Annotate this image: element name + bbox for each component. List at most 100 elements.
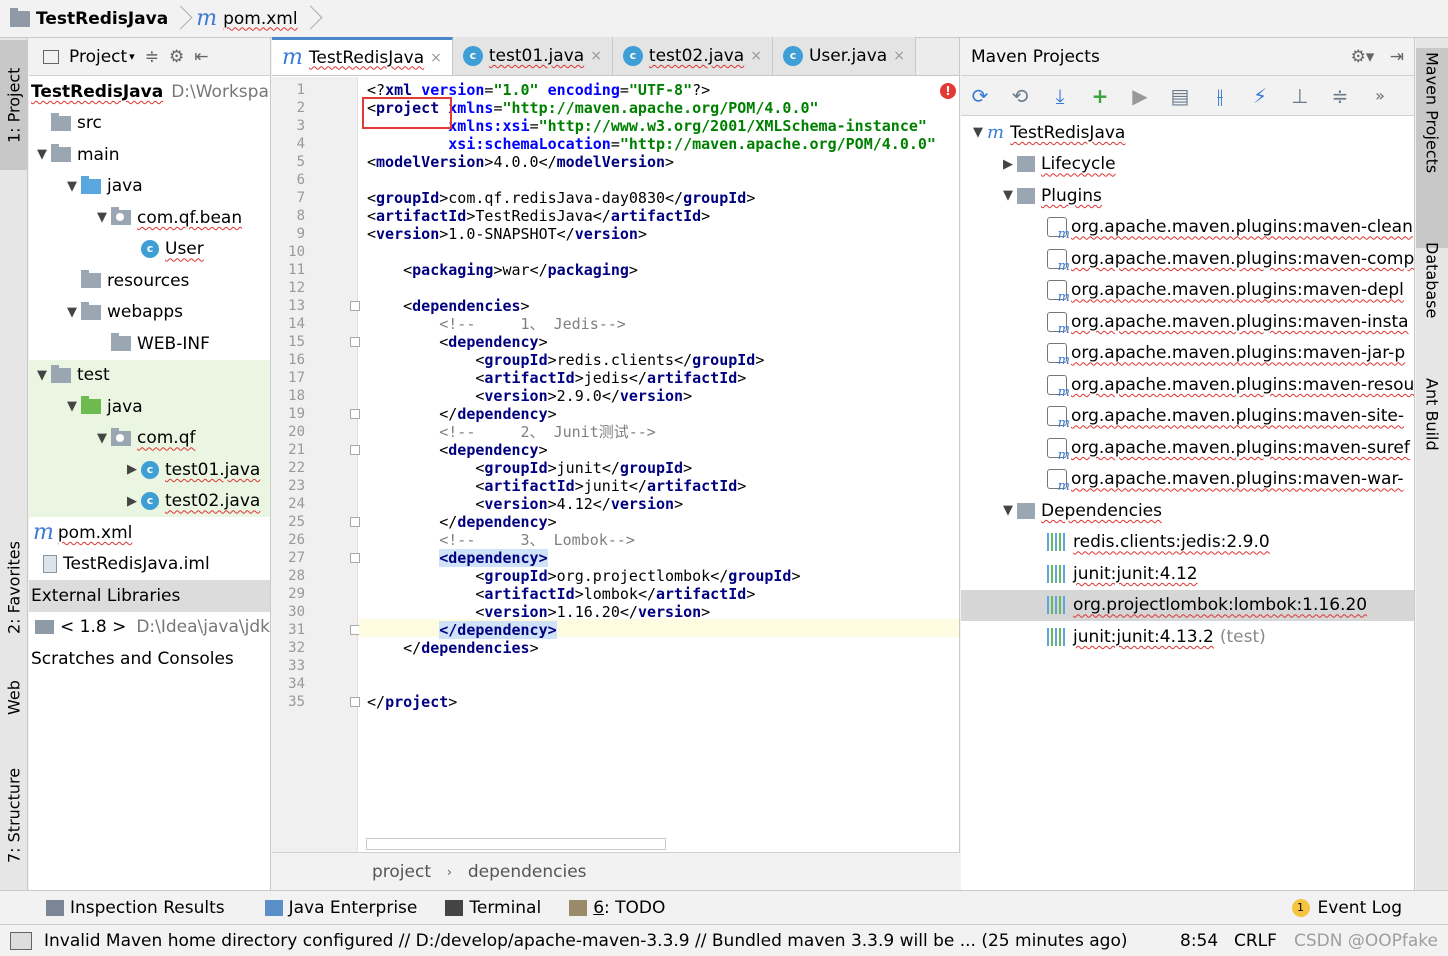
chevron-down-icon[interactable]: ▼ (93, 210, 111, 225)
caret-position[interactable]: 8:54 (1180, 931, 1218, 951)
maven-tree-item[interactable]: junit:junit:4.12 (961, 558, 1414, 590)
chevron-down-icon[interactable]: ▼ (999, 503, 1017, 518)
collapse-all-icon[interactable]: ≑ (1327, 83, 1353, 109)
project-view-select[interactable]: Project (69, 47, 127, 67)
maven-tree-item[interactable]: org.apache.maven.plugins:maven-suref (961, 432, 1414, 464)
chevron-right-icon[interactable]: ▶ (999, 157, 1017, 172)
tree-item[interactable]: src (29, 108, 270, 140)
editor-tab[interactable]: c User.java × (772, 37, 916, 75)
maven-tree-item[interactable]: org.projectlombok:lombok:1.16.20 (961, 589, 1414, 621)
gear-icon[interactable]: ⚙▾ (1351, 47, 1375, 67)
project-root[interactable]: TestRedisJava D:\Workspac (29, 76, 270, 108)
tool-inspection-results[interactable]: Inspection Results (0, 898, 239, 918)
show-dependencies-icon[interactable]: ⊥ (1287, 83, 1313, 109)
nav-crumb-project[interactable]: TestRedisJava (10, 0, 176, 38)
tree-item-iml[interactable]: TestRedisJava.iml (29, 549, 270, 581)
close-icon[interactable]: × (893, 48, 905, 64)
chevron-down-icon[interactable]: ▼ (63, 399, 81, 414)
chevron-down-icon[interactable]: ▼ (999, 188, 1017, 203)
reimport-icon[interactable]: ⟳ (967, 83, 993, 109)
tool-tab-ant-build[interactable]: Ant Build (1416, 374, 1448, 504)
maven-tree-item[interactable]: ▶ Lifecycle (961, 149, 1414, 181)
chevron-down-icon[interactable]: ▼ (33, 147, 51, 162)
collapse-all-icon[interactable]: ≑ (145, 47, 159, 67)
tool-tab-web[interactable]: Web (0, 658, 28, 738)
gear-icon[interactable]: ⚙ (169, 47, 184, 67)
error-icon[interactable]: ! (940, 83, 956, 99)
more-icon[interactable]: » (1367, 83, 1393, 109)
close-icon[interactable]: × (430, 50, 442, 66)
maven-tree-item[interactable]: org.apache.maven.plugins:maven-jar-p (961, 338, 1414, 370)
maven-tree-item[interactable]: org.apache.maven.plugins:maven-site- (961, 401, 1414, 433)
chevron-right-icon[interactable]: ▶ (123, 494, 141, 509)
horizontal-scrollbar[interactable] (366, 838, 666, 850)
tool-todo[interactable]: 6: TODO (555, 898, 679, 918)
maven-tree-item[interactable]: org.apache.maven.plugins:maven-resou (961, 369, 1414, 401)
chevron-down-icon[interactable]: ▼ (63, 305, 81, 320)
tool-tab-maven-projects[interactable]: Maven Projects (1416, 48, 1448, 248)
tool-event-log[interactable]: 1 Event Log (1291, 891, 1402, 925)
chevron-down-icon[interactable]: ▼ (33, 368, 51, 383)
tree-item[interactable]: ▼ main (29, 139, 270, 171)
editor-tab[interactable]: m TestRedisJava × (272, 37, 453, 75)
tree-item[interactable]: ▼ webapps (29, 297, 270, 329)
execute-goal-icon[interactable]: ▤ (1167, 83, 1193, 109)
tree-item-scratches[interactable]: Scratches and Consoles (29, 643, 270, 675)
hide-panel-icon[interactable]: ⇥ (1390, 47, 1404, 67)
toggle-tool-windows-icon[interactable] (10, 931, 32, 950)
maven-tree-item[interactable]: ▼ Dependencies (961, 495, 1414, 527)
toggle-offline-icon[interactable]: ⫲ (1207, 83, 1233, 109)
run-icon[interactable]: ▶ (1127, 83, 1153, 109)
tool-tab-favorites[interactable]: 2: Favorites (0, 508, 28, 668)
maven-tree-item[interactable]: org.apache.maven.plugins:maven-comp (961, 243, 1414, 275)
editor-crumb-dependencies[interactable]: dependencies (468, 862, 587, 882)
tree-item-jdk[interactable]: < 1.8 > D:\Idea\java\jdk (29, 612, 270, 644)
close-icon[interactable]: × (750, 48, 762, 64)
line-number: 19 (288, 406, 305, 422)
download-icon[interactable]: ⤓ (1047, 83, 1073, 109)
chevron-down-icon[interactable]: ▼ (93, 431, 111, 446)
tree-item[interactable]: ▼ java (29, 171, 270, 203)
tool-tab-database[interactable]: Database (1416, 238, 1448, 368)
editor-tab[interactable]: c test02.java × (612, 37, 773, 75)
add-icon[interactable]: + (1087, 83, 1113, 109)
maven-tree-item[interactable]: org.apache.maven.plugins:maven-insta (961, 306, 1414, 338)
class-icon: c (622, 46, 643, 66)
tree-item-external-libraries[interactable]: External Libraries (29, 580, 270, 612)
editor-tab[interactable]: c test01.java × (452, 37, 613, 75)
dropdown-icon[interactable]: ▾ (129, 50, 135, 63)
tree-item[interactable]: ▼ java (29, 391, 270, 423)
chevron-right-icon[interactable]: ▶ (123, 462, 141, 477)
line-separator[interactable]: CRLF (1234, 931, 1277, 951)
maven-tree-item[interactable]: redis.clients:jedis:2.9.0 (961, 527, 1414, 559)
chevron-down-icon[interactable]: ▼ (63, 179, 81, 194)
tree-item[interactable]: WEB-INF (29, 328, 270, 360)
maven-tree-item[interactable]: org.apache.maven.plugins:maven-depl (961, 275, 1414, 307)
code-area[interactable]: <?xml version="1.0" encoding="UTF-8"?> <p… (359, 77, 959, 852)
editor-crumb-project[interactable]: project (372, 862, 431, 882)
maven-tree-item[interactable]: junit:junit:4.13.2 (test) (961, 621, 1414, 653)
hide-panel-icon[interactable]: ⇤ (194, 47, 208, 67)
chevron-down-icon[interactable]: ▼ (969, 125, 987, 140)
generate-sources-icon[interactable]: ⟲ (1007, 83, 1033, 109)
tree-item-pom[interactable]: m pom.xml (29, 517, 270, 549)
tree-item[interactable]: ▼ com.qf (29, 422, 270, 454)
tree-item[interactable]: c User (29, 234, 270, 266)
maven-tree-item[interactable]: ▼ Plugins (961, 180, 1414, 212)
close-icon[interactable]: × (590, 48, 602, 64)
maven-tree-item[interactable]: ▼ m TestRedisJava (961, 117, 1414, 149)
status-message[interactable]: Invalid Maven home directory configured … (44, 931, 1127, 951)
tree-item[interactable]: ▶ c test01.java (29, 454, 270, 486)
skip-tests-icon[interactable]: ⚡ (1247, 83, 1273, 109)
maven-tree-item[interactable]: org.apache.maven.plugins:maven-war- (961, 464, 1414, 496)
tree-item[interactable]: ▼ com.qf.bean (29, 202, 270, 234)
tree-item[interactable]: ▼ test (29, 359, 270, 391)
tool-tab-project[interactable]: 1: Project (0, 40, 28, 170)
nav-crumb-file[interactable]: m pom.xml (196, 0, 305, 38)
tool-java-enterprise[interactable]: Java Enterprise (239, 898, 432, 918)
tree-item[interactable]: resources (29, 265, 270, 297)
tree-item[interactable]: ▶ c test02.java (29, 485, 270, 517)
maven-tree-item[interactable]: org.apache.maven.plugins:maven-clean (961, 212, 1414, 244)
tool-terminal[interactable]: Terminal (431, 898, 555, 918)
tool-tab-structure[interactable]: 7: Structure (0, 750, 28, 880)
